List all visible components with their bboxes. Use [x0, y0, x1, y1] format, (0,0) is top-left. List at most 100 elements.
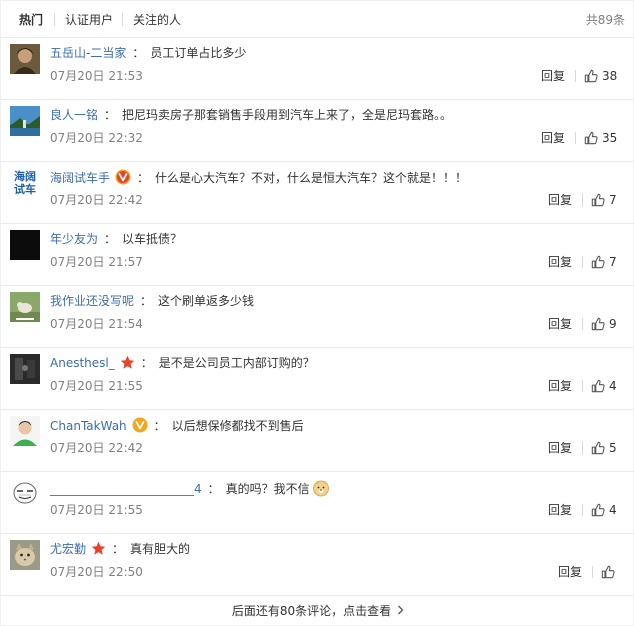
- like-button[interactable]: 5: [591, 439, 617, 457]
- comment-timestamp: 07月20日 22:32: [50, 131, 143, 145]
- dark-photo-avatar[interactable]: [10, 354, 40, 384]
- comment-text: 以后想保修都找不到售后: [171, 419, 304, 433]
- like-button[interactable]: 9: [591, 315, 617, 333]
- comment-timestamp: 07月20日 21:55: [50, 503, 143, 517]
- reply-button[interactable]: 回复: [548, 502, 572, 518]
- thumbs-up-icon: [591, 317, 605, 331]
- reply-button[interactable]: 回复: [541, 130, 565, 146]
- tab-verified-users[interactable]: 认证用户: [65, 12, 113, 28]
- like-count: 5: [609, 441, 617, 455]
- reply-button[interactable]: 回复: [548, 440, 572, 456]
- comment-text: 真的吗？我不信: [225, 482, 310, 496]
- thumbs-up-icon: [601, 565, 615, 579]
- thumbs-up-icon: [591, 379, 605, 393]
- person-photo-avatar[interactable]: [10, 44, 40, 74]
- comment-colon: ：: [104, 108, 117, 122]
- load-more-comments-link[interactable]: 后面还有80条评论，点击查看: [232, 603, 404, 619]
- comment-username[interactable]: 年少友为: [50, 232, 98, 246]
- star-badge-icon: [120, 355, 135, 374]
- animal-photo-avatar[interactable]: [10, 292, 40, 322]
- reply-button[interactable]: 回复: [548, 254, 572, 270]
- doge-emoji-icon: [312, 479, 330, 501]
- action-divider: [582, 194, 583, 206]
- reply-button[interactable]: 回复: [548, 316, 572, 332]
- action-divider: [582, 256, 583, 268]
- comment-total-count: 共89条: [585, 13, 625, 27]
- comment-row: Anesthesl_ ： 是不是公司员工内部订购的？ 07月20日 21:55 回复…: [1, 348, 634, 410]
- comment-username[interactable]: ChanTakWah: [50, 419, 127, 433]
- tab-divider: [54, 13, 55, 26]
- thumbs-up-icon: [591, 441, 605, 455]
- comment-username[interactable]: 良人一铭: [50, 108, 98, 122]
- comment-row: ________________________4 ： 真的吗？我不信 07月20日…: [1, 472, 634, 534]
- like-count: 38: [602, 69, 618, 83]
- comment-username[interactable]: ________________________4: [50, 482, 202, 496]
- comment-username[interactable]: Anesthesl_: [50, 356, 115, 370]
- action-divider: [575, 132, 576, 144]
- avatar-logo-text-line: 海阔: [14, 170, 36, 183]
- like-count: 9: [609, 317, 617, 331]
- comment-text: 是不是公司员工内部订购的？: [158, 356, 315, 370]
- reply-button[interactable]: 回复: [558, 564, 582, 580]
- comment-text: 员工订单占比多少: [150, 46, 247, 60]
- reply-button[interactable]: 回复: [548, 192, 572, 208]
- like-button[interactable]: 4: [591, 377, 617, 395]
- comment-colon: ：: [140, 356, 153, 370]
- comment-timestamp: 07月20日 21:53: [50, 69, 143, 83]
- star-badge-icon: [91, 541, 106, 560]
- landscape-photo-avatar[interactable]: [10, 106, 40, 136]
- comment-tabs: 热门 认证用户 关注的人 共89条: [1, 1, 634, 38]
- comment-timestamp: 07月20日 21:57: [50, 255, 143, 269]
- thumbs-up-icon: [591, 255, 605, 269]
- black-avatar[interactable]: [10, 230, 40, 260]
- text-logo-avatar[interactable]: 海阔 试车: [10, 168, 40, 198]
- like-count: 7: [609, 193, 617, 207]
- tab-following[interactable]: 关注的人: [133, 12, 181, 28]
- person-white-avatar[interactable]: [10, 416, 40, 446]
- reply-button[interactable]: 回复: [541, 68, 565, 84]
- like-button[interactable]: 7: [591, 191, 617, 209]
- comment-username[interactable]: 海阔试车手: [50, 171, 110, 185]
- like-count: 4: [609, 379, 617, 393]
- comment-text: 什么是心大汽车？不对，什么是恒大汽车？这个就是！！！: [155, 171, 468, 185]
- verified-v-red-icon: [115, 169, 131, 189]
- comment-row: 尤宏勤 ： 真有胆大的 07月20日 22:50 回复: [1, 534, 634, 596]
- comment-row: 我作业还没写呢 ： 这个刷单返多少钱 07月20日 21:54 回复 9: [1, 286, 634, 348]
- action-divider: [575, 70, 576, 82]
- comment-timestamp: 07月20日 21:55: [50, 379, 143, 393]
- comment-username[interactable]: 尤宏勤: [50, 542, 86, 556]
- like-count: 35: [602, 131, 618, 145]
- avatar-logo-text-line: 试车: [14, 183, 36, 196]
- action-divider: [582, 504, 583, 516]
- comment-colon: ：: [207, 482, 220, 496]
- tab-divider: [122, 13, 123, 26]
- load-more-label: 后面还有80条评论，点击查看: [231, 604, 392, 618]
- comment-colon: ：: [132, 46, 145, 60]
- like-count: 7: [609, 255, 617, 269]
- comment-username[interactable]: 五岳山-二当家: [50, 46, 126, 60]
- sketch-face-avatar[interactable]: [10, 478, 40, 508]
- like-button[interactable]: [601, 563, 619, 581]
- comment-colon: ：: [153, 419, 166, 433]
- comments-panel: 热门 认证用户 关注的人 共89条 五岳山-二当家 ： 员工订单占比多少 07月20…: [0, 0, 634, 626]
- comment-username[interactable]: 我作业还没写呢: [50, 294, 134, 308]
- action-divider: [582, 318, 583, 330]
- like-button[interactable]: 35: [584, 129, 617, 147]
- comment-colon: ：: [140, 294, 153, 308]
- thumbs-up-icon: [584, 131, 598, 145]
- comment-text: 这个刷单返多少钱: [158, 294, 255, 308]
- like-button[interactable]: 7: [591, 253, 617, 271]
- like-button[interactable]: 4: [591, 501, 617, 519]
- tab-hot[interactable]: 热门: [19, 12, 43, 28]
- action-divider: [582, 442, 583, 454]
- reply-button[interactable]: 回复: [548, 378, 572, 394]
- more-comments-footer: 后面还有80条评论，点击查看: [1, 596, 634, 626]
- like-button[interactable]: 38: [584, 67, 617, 85]
- cat-photo-avatar[interactable]: [10, 540, 40, 570]
- thumbs-up-icon: [591, 503, 605, 517]
- comment-row: 海阔 试车 海阔试车手 ： 什么是心大汽车？不对，什么是恒大汽车？这个就是！！！ 0…: [1, 162, 634, 224]
- action-divider: [582, 380, 583, 392]
- comment-colon: ：: [137, 171, 150, 185]
- comment-timestamp: 07月20日 22:50: [50, 565, 143, 579]
- comment-row: 良人一铭 ： 把尼玛卖房子那套销售手段用到汽车上来了，全是尼玛套路。。 07月20日…: [1, 100, 634, 162]
